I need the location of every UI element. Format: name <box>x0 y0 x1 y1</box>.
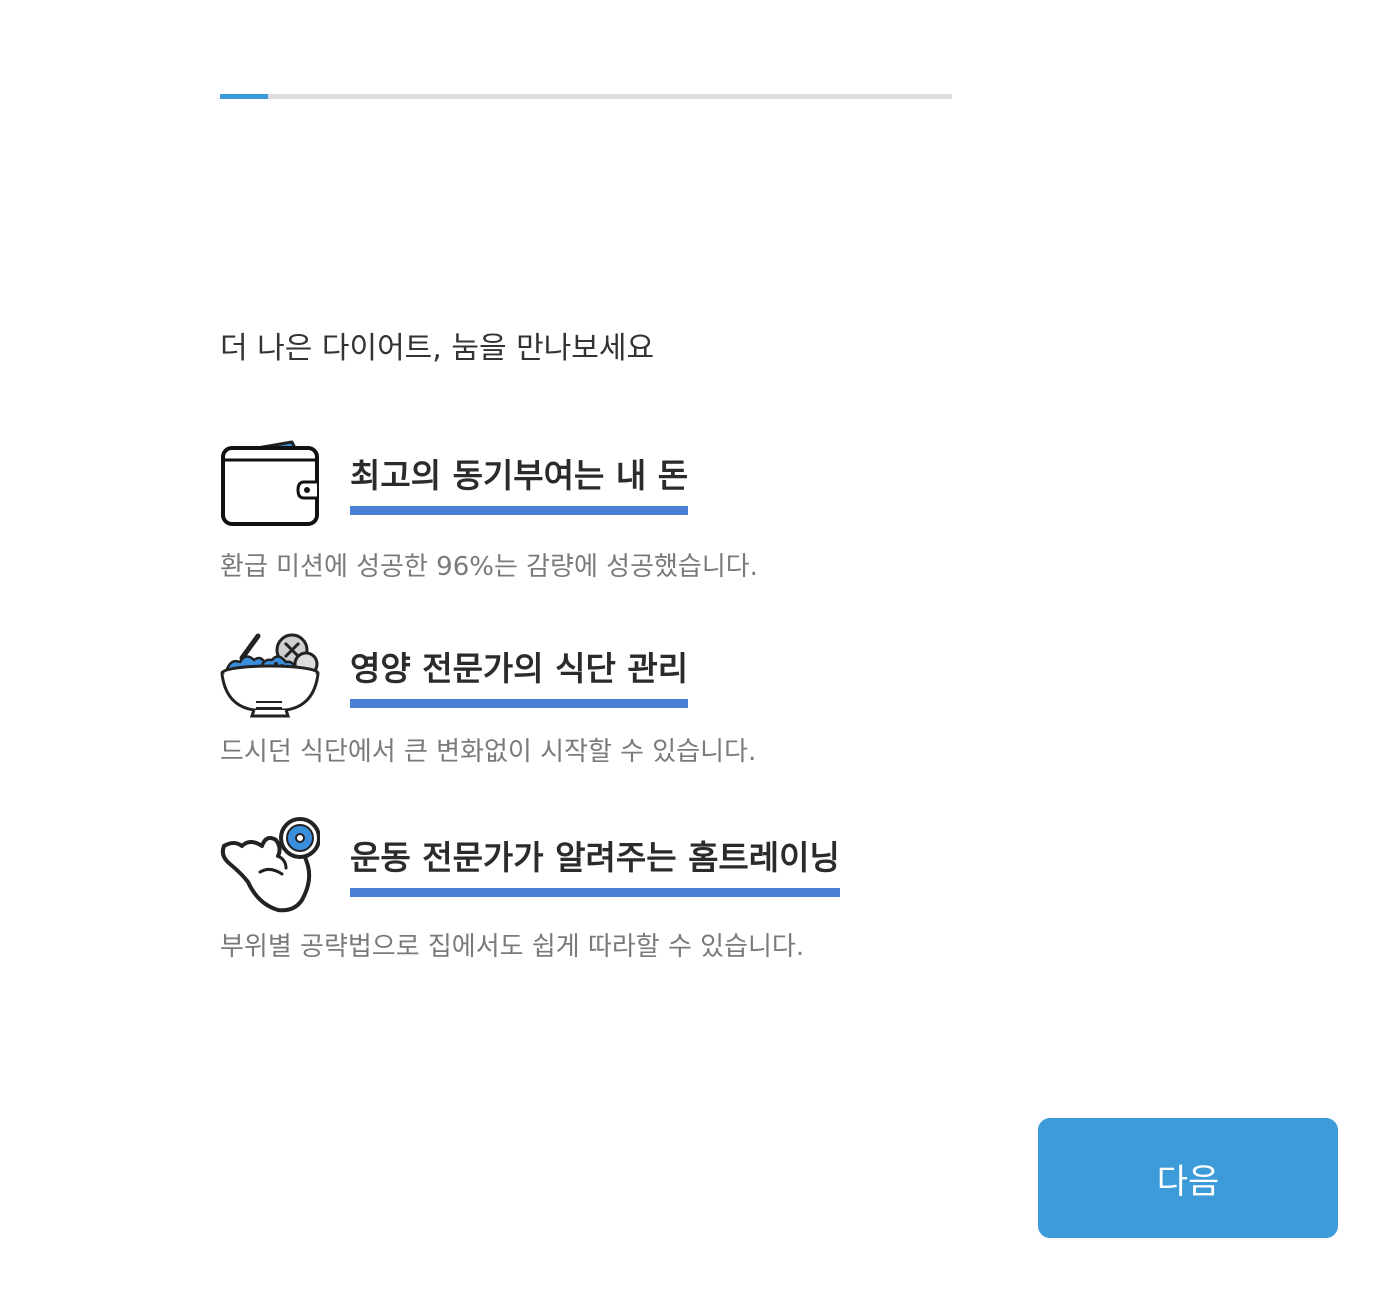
feature-title: 운동 전문가가 알려주는 홈트레이닝 <box>350 836 840 897</box>
feature-description: 부위별 공략법으로 집에서도 쉽게 따라할 수 있습니다. <box>220 932 805 962</box>
progress-bar-fill <box>220 94 269 99</box>
intro-heading: 더 나은 다이어트, 눔을 만나보세요 <box>220 331 655 366</box>
feature-title: 최고의 동기부여는 내 돈 <box>350 454 689 515</box>
next-button[interactable]: 다음 <box>1038 1118 1338 1238</box>
progress-bar <box>220 94 952 99</box>
wallet-icon <box>221 440 319 526</box>
feature-description: 드시던 식단에서 큰 변화없이 시작할 수 있습니다. <box>220 737 757 767</box>
salad-bowl-icon <box>220 633 320 718</box>
feature-description: 환급 미션에 성공한 96%는 감량에 성공했습니다. <box>220 552 758 582</box>
muscle-arm-icon <box>220 817 320 913</box>
feature-title: 영양 전문가의 식단 관리 <box>350 647 689 708</box>
